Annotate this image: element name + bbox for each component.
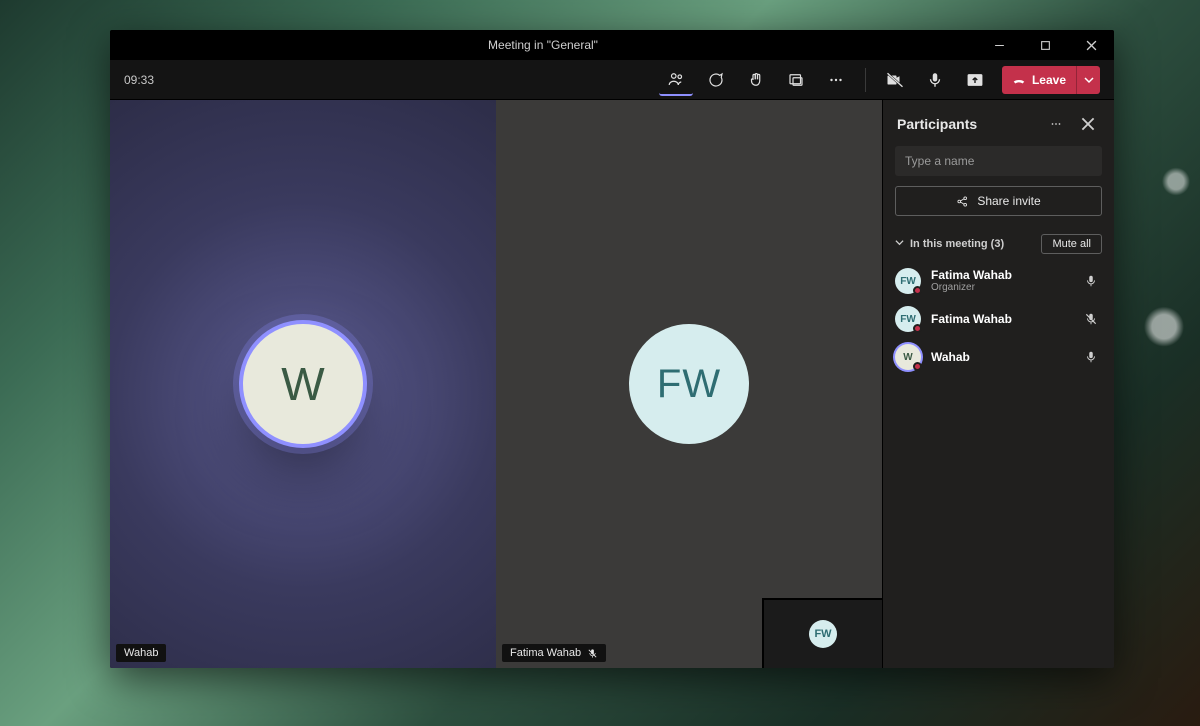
participant-row[interactable]: FW Fatima Wahab (889, 300, 1108, 338)
meeting-timer: 09:33 (124, 73, 653, 87)
share-link-icon (956, 195, 969, 208)
minimize-icon (994, 40, 1005, 51)
panel-more-button[interactable] (1044, 112, 1068, 136)
share-invite-label: Share invite (977, 194, 1040, 208)
tile-name-label: Wahab (116, 644, 166, 662)
avatar-initial: W (903, 352, 912, 363)
avatar: W (243, 324, 363, 444)
maximize-icon (1040, 40, 1051, 51)
participant-row[interactable]: FW Fatima Wahab Organizer (889, 262, 1108, 300)
participant-info: Fatima Wahab (931, 312, 1070, 326)
avatar-initial: FW (900, 314, 916, 325)
avatar: FW (629, 324, 749, 444)
video-tile-wahab[interactable]: W Wahab (110, 100, 496, 668)
in-meeting-section: In this meeting (3) Mute all (895, 234, 1102, 254)
more-actions-button[interactable] (819, 64, 853, 96)
maximize-button[interactable] (1022, 30, 1068, 60)
participant-avatar: FW (895, 268, 921, 294)
leave-label: Leave (1032, 73, 1066, 87)
participant-search[interactable] (895, 146, 1102, 176)
mic-muted-icon (1084, 312, 1098, 326)
mic-muted-icon (587, 648, 598, 659)
participant-avatar: FW (895, 306, 921, 332)
panel-title: Participants (897, 116, 1036, 132)
leave-button-group: Leave (1002, 66, 1100, 94)
microphone-icon (1084, 274, 1098, 288)
panel-header: Participants (883, 100, 1114, 146)
participant-list: FW Fatima Wahab Organizer (889, 262, 1108, 376)
camera-off-icon (886, 71, 904, 89)
participants-button[interactable] (659, 64, 693, 96)
window-title: Meeting in "General" (110, 38, 976, 52)
self-view-thumbnail[interactable]: FW (762, 598, 882, 668)
participant-name: Fatima Wahab (931, 312, 1070, 326)
section-label: In this meeting (3) (910, 238, 1035, 250)
tile-name-text: Fatima Wahab (510, 647, 581, 659)
minimize-button[interactable] (976, 30, 1022, 60)
ellipsis-icon (1049, 117, 1063, 131)
presence-dot (913, 362, 922, 371)
share-screen-icon (966, 71, 984, 89)
share-button[interactable] (958, 64, 992, 96)
participant-mic-status[interactable] (1080, 312, 1102, 326)
share-invite-button[interactable]: Share invite (895, 186, 1102, 216)
leave-menu-button[interactable] (1076, 66, 1100, 94)
presence-dot (913, 324, 922, 333)
window-controls (976, 30, 1114, 60)
titlebar: Meeting in "General" (110, 30, 1114, 60)
participant-mic-status[interactable] (1080, 274, 1102, 288)
meeting-toolbar: 09:33 (110, 60, 1114, 100)
leave-button[interactable]: Leave (1002, 73, 1076, 87)
search-input[interactable] (905, 154, 1092, 168)
avatar-initial: W (281, 357, 324, 411)
close-button[interactable] (1068, 30, 1114, 60)
panel-close-button[interactable] (1076, 112, 1100, 136)
chat-button[interactable] (699, 64, 733, 96)
participant-info: Wahab (931, 350, 1070, 364)
close-icon (1086, 40, 1097, 51)
microphone-icon (926, 71, 944, 89)
self-avatar: FW (809, 620, 837, 648)
section-toggle[interactable] (895, 238, 904, 250)
people-icon (667, 70, 685, 88)
video-tile-fatima[interactable]: FW Fatima Wahab FW (496, 100, 882, 668)
avatar-initial: FW (657, 362, 721, 407)
breakout-rooms-icon (787, 71, 805, 89)
participant-avatar: W (895, 344, 921, 370)
chevron-down-icon (1084, 75, 1094, 85)
participant-info: Fatima Wahab Organizer (931, 268, 1070, 294)
tile-name-text: Wahab (124, 647, 158, 659)
participants-panel: Participants Share invite (882, 100, 1114, 668)
close-icon (1081, 117, 1095, 131)
tile-name-label: Fatima Wahab (502, 644, 606, 662)
camera-button[interactable] (878, 64, 912, 96)
hangup-icon (1012, 73, 1026, 87)
participant-role: Organizer (931, 282, 1070, 294)
participant-mic-status[interactable] (1080, 350, 1102, 364)
ellipsis-icon (827, 71, 845, 89)
raise-hand-icon (747, 71, 765, 89)
content-area: W Wahab FW Fatima Wahab F (110, 100, 1114, 668)
toolbar-separator (865, 68, 866, 92)
meeting-window: Meeting in "General" 09:33 (110, 30, 1114, 668)
rooms-button[interactable] (779, 64, 813, 96)
video-grid: W Wahab FW Fatima Wahab F (110, 100, 882, 668)
mic-button[interactable] (918, 64, 952, 96)
caret-down-icon (895, 238, 904, 247)
avatar-initial: FW (900, 276, 916, 287)
participant-row[interactable]: W Wahab (889, 338, 1108, 376)
presence-dot (913, 286, 922, 295)
reactions-button[interactable] (739, 64, 773, 96)
mute-all-button[interactable]: Mute all (1041, 234, 1102, 254)
participant-name: Wahab (931, 350, 1070, 364)
microphone-icon (1084, 350, 1098, 364)
participant-name: Fatima Wahab (931, 268, 1070, 282)
chat-icon (707, 71, 725, 89)
